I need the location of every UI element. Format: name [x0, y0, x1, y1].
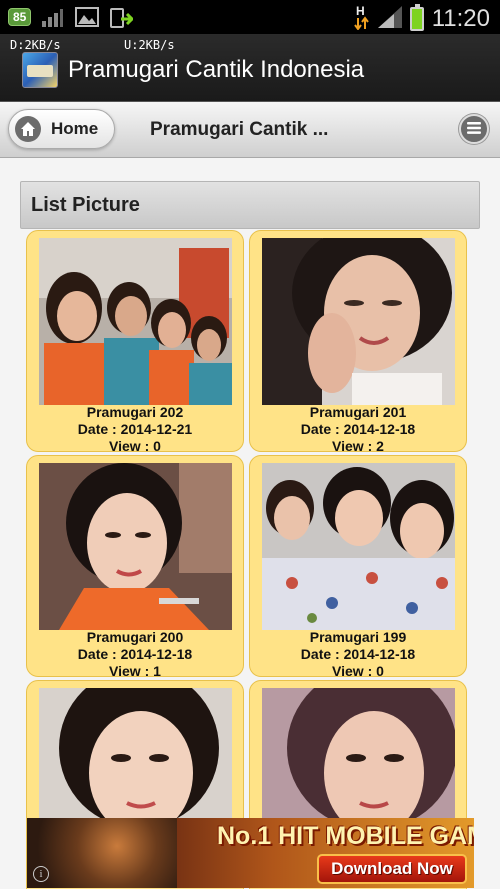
photo-thumbnail[interactable] — [39, 238, 232, 405]
upload-speed: U:2KB/s — [124, 38, 175, 52]
picture-card[interactable]: Pramugari 200 Date : 2014-12-18 View : 1 — [26, 455, 244, 679]
menu-icon — [466, 120, 482, 139]
ad-info-icon[interactable]: i — [33, 866, 49, 882]
download-speed: D:2KB/s — [10, 38, 61, 52]
ad-banner[interactable]: i No.1 HIT MOBILE GAME! Download Now — [27, 818, 474, 888]
photo-thumbnail[interactable] — [262, 238, 455, 405]
home-button[interactable]: Home — [8, 109, 115, 149]
picture-title: Pramugari 200 — [86, 629, 184, 645]
picture-title: Pramugari 199 — [309, 629, 407, 645]
signal-icon — [377, 6, 402, 32]
app-logo — [22, 52, 58, 88]
home-label: Home — [51, 119, 99, 138]
ad-download-button[interactable]: Download Now — [317, 854, 467, 884]
image-icon — [75, 7, 100, 27]
battery-icon — [409, 4, 424, 31]
page-title: Pramugari Cantik ... — [150, 119, 329, 140]
signal-bars-icon — [41, 7, 65, 27]
picture-views: View : 2 — [332, 438, 384, 454]
svg-text:H: H — [356, 4, 365, 18]
picture-views: View : 0 — [109, 438, 161, 454]
picture-title: Pramugari 202 — [86, 404, 184, 420]
ad-hero-image — [27, 818, 177, 888]
picture-date: Date : 2014-12-18 — [300, 421, 416, 437]
home-icon — [15, 116, 41, 142]
app-title: Pramugari Cantik Indonesia — [68, 56, 365, 83]
photo-thumbnail[interactable] — [262, 463, 455, 630]
notification-badge: 85 — [8, 8, 32, 26]
picture-date: Date : 2014-12-18 — [300, 646, 416, 662]
picture-card[interactable]: Pramugari 199 Date : 2014-12-18 View : 0 — [249, 455, 467, 679]
page-header: Home Pramugari Cantik ... — [0, 102, 500, 158]
picture-card[interactable]: Pramugari 201 Date : 2014-12-18 View : 2 — [249, 230, 467, 454]
list-heading: List Picture — [31, 194, 140, 216]
picture-title: Pramugari 201 — [309, 404, 407, 420]
picture-card[interactable]: Pramugari 202 Date : 2014-12-21 View : 0 — [26, 230, 244, 454]
ad-headline: No.1 HIT MOBILE GAME! — [217, 822, 474, 850]
photo-thumbnail[interactable] — [39, 463, 232, 630]
picture-views: View : 0 — [332, 663, 384, 679]
clock: 11:20 — [431, 5, 490, 32]
app-bar: D:2KB/s U:2KB/s Pramugari Cantik Indones… — [0, 34, 500, 102]
content-area: List Picture Pramugari 202 Date: 2014-1… — [0, 158, 500, 889]
picture-views: View : 1 — [109, 663, 161, 679]
menu-button[interactable] — [459, 114, 489, 144]
picture-date: Date : 2014-12-18 — [77, 646, 193, 662]
data-arrows-icon: H — [353, 4, 370, 34]
picture-date: Date : 2014-12-21 — [77, 421, 193, 437]
status-bar: 85 H 11:20 — [0, 0, 500, 34]
list-heading-bar: List Picture — [20, 181, 480, 229]
download-icon — [109, 7, 135, 28]
